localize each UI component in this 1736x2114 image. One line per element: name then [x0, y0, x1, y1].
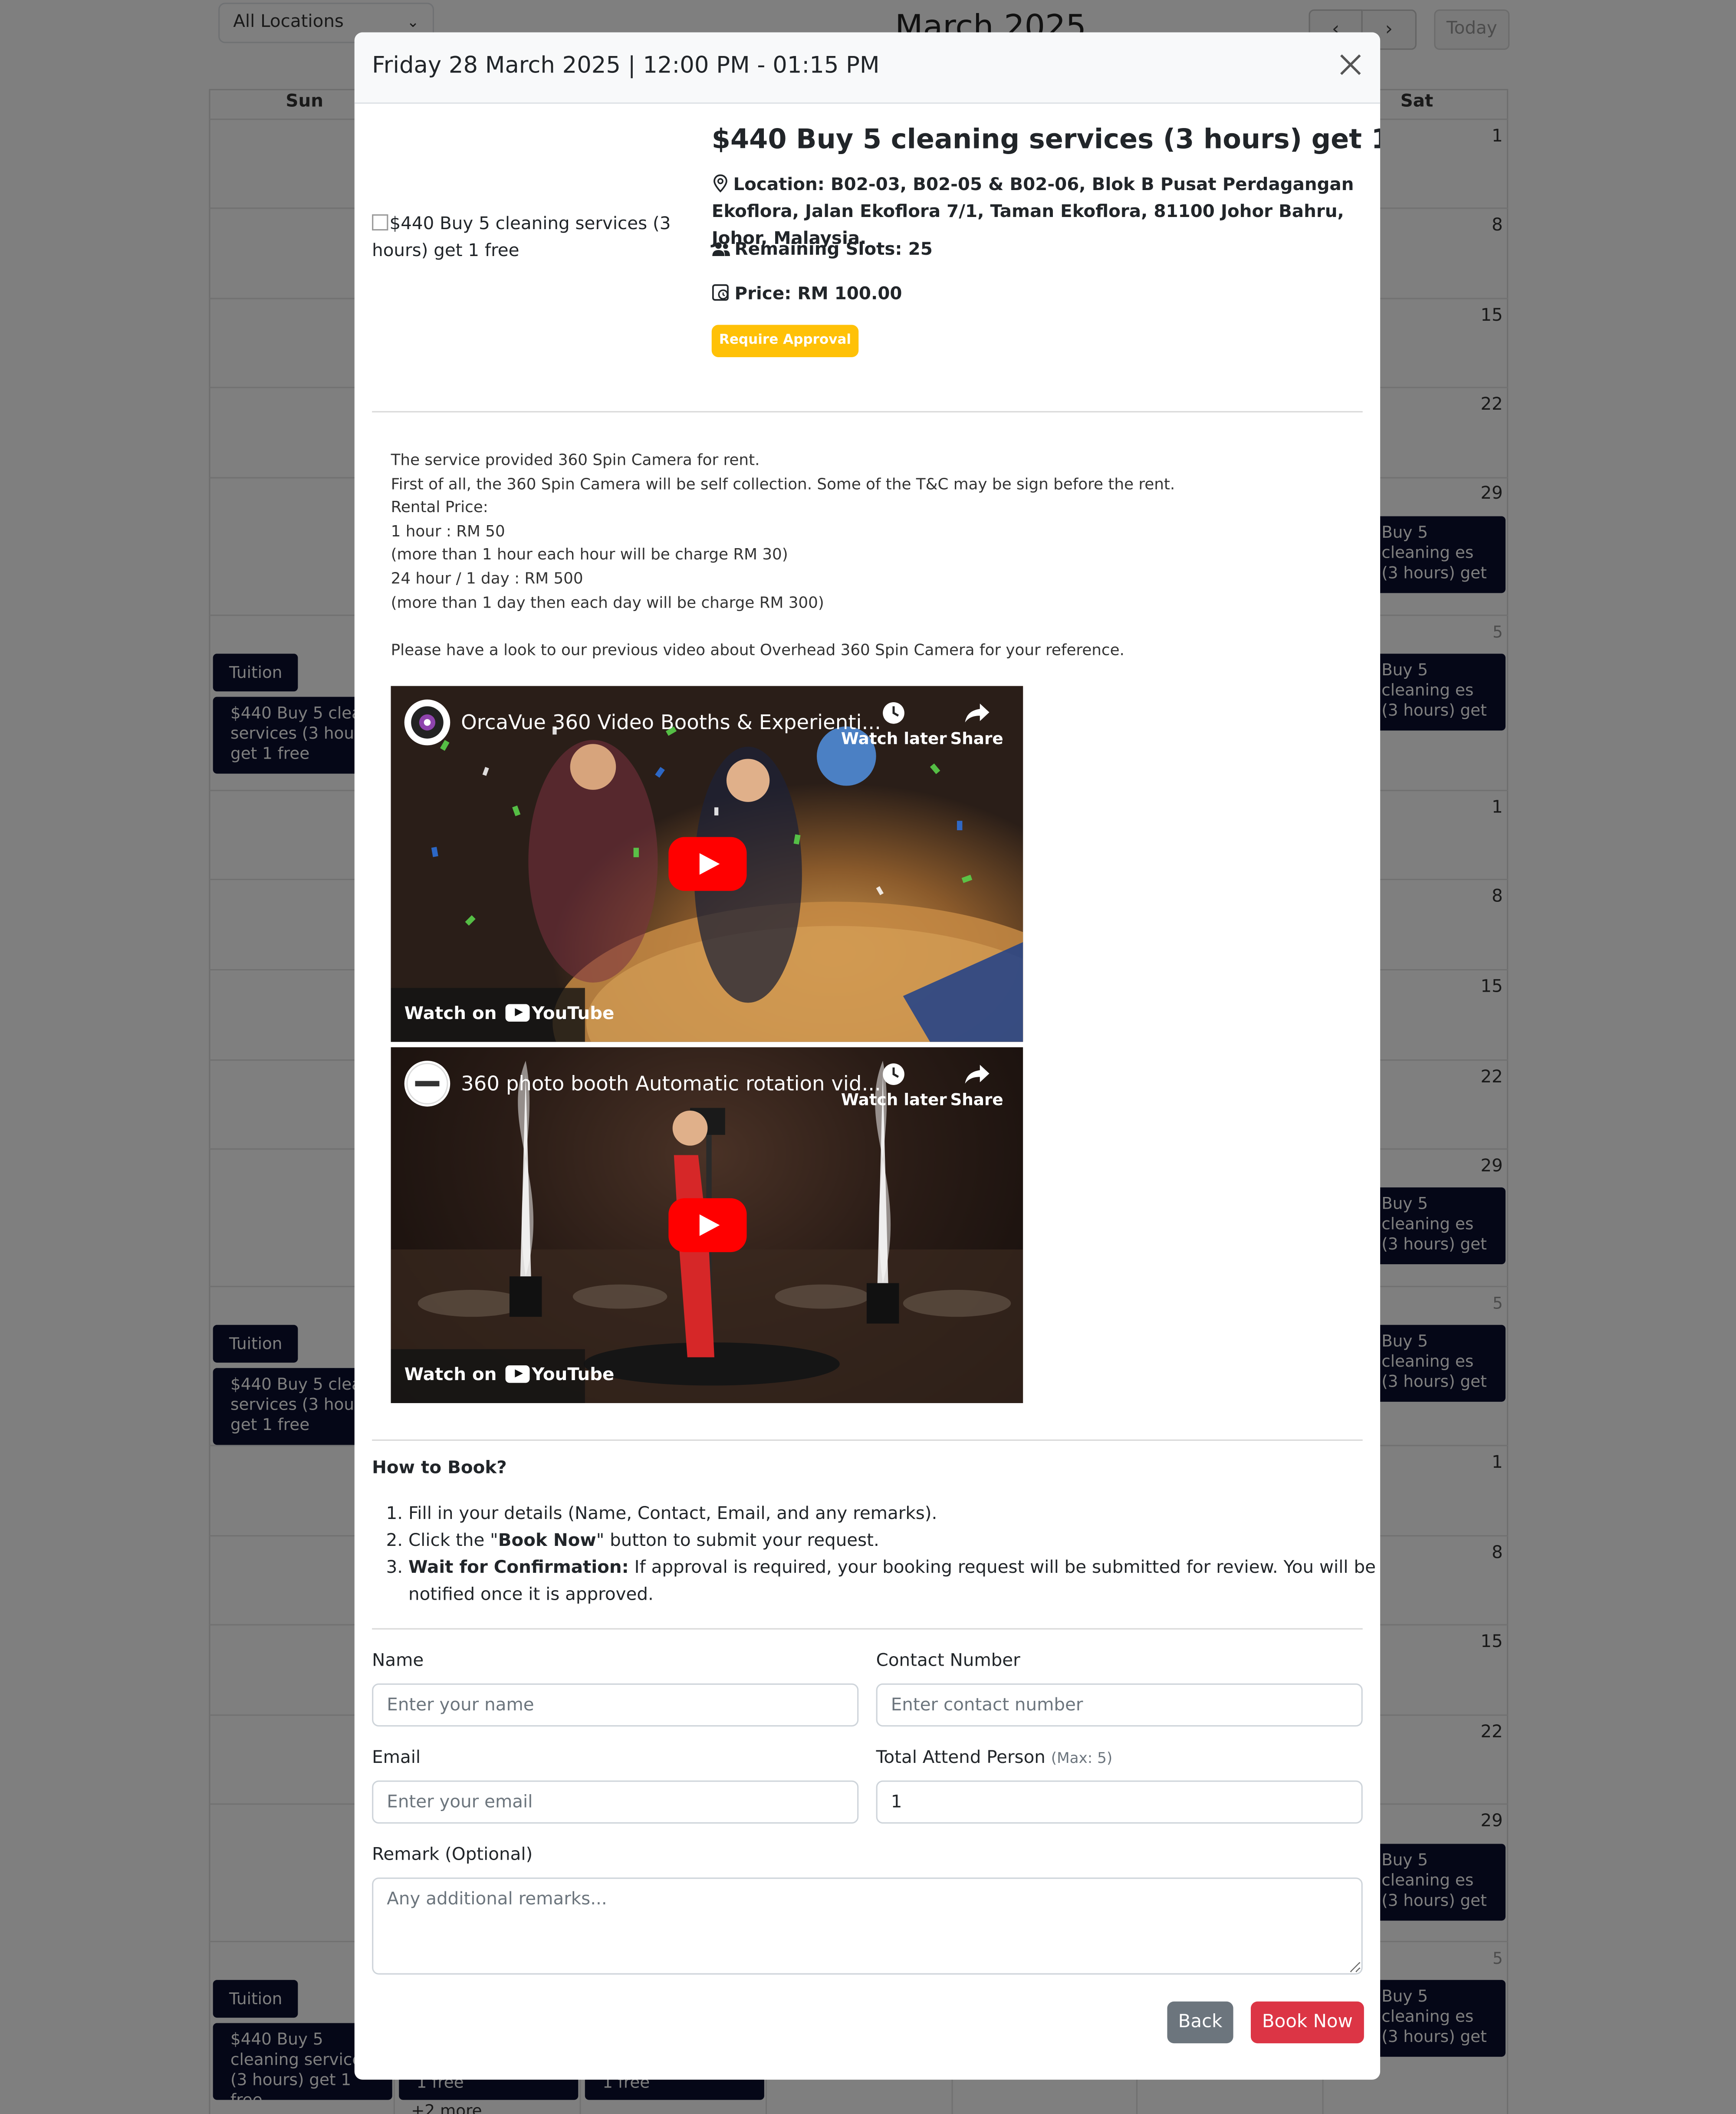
watch-on-label: Watch on — [404, 1365, 497, 1386]
description-line: The service provided 360 Spin Camera for… — [391, 450, 760, 469]
description-line: (more than 1 day then each day will be c… — [391, 592, 824, 612]
remaining-slots: Remaining Slots: 25 — [712, 237, 933, 264]
video-title[interactable]: OrcaVue 360 Video Booths & Experienti... — [461, 710, 881, 735]
attend-person-input[interactable] — [876, 1780, 1363, 1824]
description-line: Rental Price: — [391, 497, 488, 517]
modal-header: Friday 28 March 2025 | 12:00 PM - 01:15 … — [354, 32, 1381, 104]
step-text: Fill in your details (Name, Contact, Ema… — [408, 1504, 937, 1525]
youtube-video-embed[interactable]: 360 photo booth Automatic rotation vid..… — [391, 1047, 1023, 1403]
description-line: (more than 1 hour each hour will be char… — [391, 545, 788, 564]
youtube-logo-icon — [505, 1004, 529, 1022]
close-button[interactable] — [1335, 49, 1367, 81]
page-stage: All Locations ⌄ March 2025 ‹ › Today Sun… — [0, 0, 1736, 2114]
broken-image-icon — [372, 214, 388, 231]
divider — [372, 411, 1363, 413]
orcavue-logo-icon — [411, 706, 444, 739]
share-button[interactable]: Share — [950, 700, 1003, 748]
service-image-alt: $440 Buy 5 cleaning services (3 hours) g… — [372, 214, 671, 262]
description-line: First of all, the 360 Spin Camera will b… — [391, 473, 1175, 493]
watch-on-youtube-link[interactable]: Watch on YouTube — [391, 1349, 614, 1403]
how-to-book-heading: How to Book? — [372, 1458, 507, 1479]
email-label: Email — [372, 1748, 421, 1769]
email-input[interactable] — [372, 1780, 859, 1824]
booking-modal: Friday 28 March 2025 | 12:00 PM - 01:15 … — [354, 32, 1381, 2080]
description-line: Please have a look to our previous video… — [391, 640, 1124, 659]
attend-person-label-text: Total Attend Person — [876, 1748, 1046, 1769]
watch-on-youtube-link[interactable]: Watch on YouTube — [391, 988, 614, 1042]
watch-on-label: Watch on — [404, 1004, 497, 1025]
contact-number-input[interactable] — [876, 1683, 1363, 1727]
step-text: " button to submit your request. — [596, 1531, 879, 1552]
location-pin-icon — [713, 174, 727, 193]
name-label: Name — [372, 1651, 424, 1671]
watch-later-label: Watch later — [841, 729, 947, 748]
share-label: Share — [950, 1090, 1003, 1109]
people-icon — [712, 242, 730, 256]
step-emphasis: Book Now — [498, 1531, 596, 1552]
step-text: Click the " — [408, 1531, 498, 1552]
require-approval-badge: Require Approval — [711, 325, 859, 357]
youtube-video-embed[interactable]: OrcaVue 360 Video Booths & Experienti...… — [391, 686, 1023, 1042]
channel-logo-icon — [406, 1062, 448, 1105]
youtube-label: YouTube — [532, 1004, 615, 1025]
price-text: Price: RM 100.00 — [734, 284, 902, 305]
close-icon — [1340, 54, 1361, 75]
step-emphasis: Wait for Confirmation: — [408, 1558, 629, 1578]
remaining-slots-text: Remaining Slots: 25 — [734, 240, 933, 260]
share-arrow-icon — [964, 1065, 989, 1084]
description-line: 1 hour : RM 50 — [391, 521, 505, 540]
remark-label: Remark (Optional) — [372, 1845, 533, 1866]
service-title: $440 Buy 5 cleaning services (3 hours) g… — [711, 122, 1380, 155]
book-now-button[interactable]: Book Now — [1250, 2001, 1364, 2044]
clock-icon — [883, 702, 905, 724]
clock-icon — [883, 1063, 905, 1085]
divider — [372, 1628, 1363, 1630]
price-tag-icon — [712, 284, 729, 301]
video-title[interactable]: 360 photo booth Automatic rotation vid..… — [461, 1072, 881, 1096]
name-input[interactable] — [372, 1683, 859, 1727]
share-label: Share — [950, 729, 1003, 748]
attend-person-label: Total Attend Person (Max: 5) — [876, 1748, 1113, 1769]
booking-step: Click the "Book Now" button to submit yo… — [408, 1529, 1380, 1555]
channel-avatar[interactable] — [404, 1061, 450, 1107]
service-price: Price: RM 100.00 — [712, 282, 902, 309]
booking-step: Wait for Confirmation: If approval is re… — [408, 1555, 1380, 1609]
share-arrow-icon — [964, 704, 989, 723]
modal-title: Friday 28 March 2025 | 12:00 PM - 01:15 … — [372, 53, 880, 80]
service-image-broken: $440 Buy 5 cleaning services (3 hours) g… — [372, 212, 675, 266]
watch-later-label: Watch later — [841, 1090, 947, 1109]
divider — [372, 1439, 1363, 1441]
channel-avatar[interactable] — [404, 699, 450, 746]
service-description: The service provided 360 Spin Camera for… — [391, 449, 1335, 662]
watch-later-button[interactable]: Watch later — [841, 700, 947, 748]
description-line: 24 hour / 1 day : RM 500 — [391, 569, 583, 588]
description-line — [391, 615, 1335, 639]
booking-steps-list: Fill in your details (Name, Contact, Ema… — [372, 1502, 1380, 1609]
watch-later-button[interactable]: Watch later — [841, 1061, 947, 1109]
booking-step: Fill in your details (Name, Contact, Ema… — [408, 1502, 1380, 1529]
youtube-label: YouTube — [532, 1365, 615, 1386]
share-button[interactable]: Share — [950, 1061, 1003, 1109]
attend-person-max-hint: (Max: 5) — [1051, 1749, 1113, 1767]
play-button[interactable] — [668, 837, 747, 891]
play-button[interactable] — [668, 1198, 747, 1253]
remark-textarea[interactable] — [372, 1877, 1363, 1975]
back-button[interactable]: Back — [1167, 2001, 1233, 2044]
youtube-logo-icon — [505, 1365, 529, 1383]
contact-number-label: Contact Number — [876, 1651, 1020, 1671]
